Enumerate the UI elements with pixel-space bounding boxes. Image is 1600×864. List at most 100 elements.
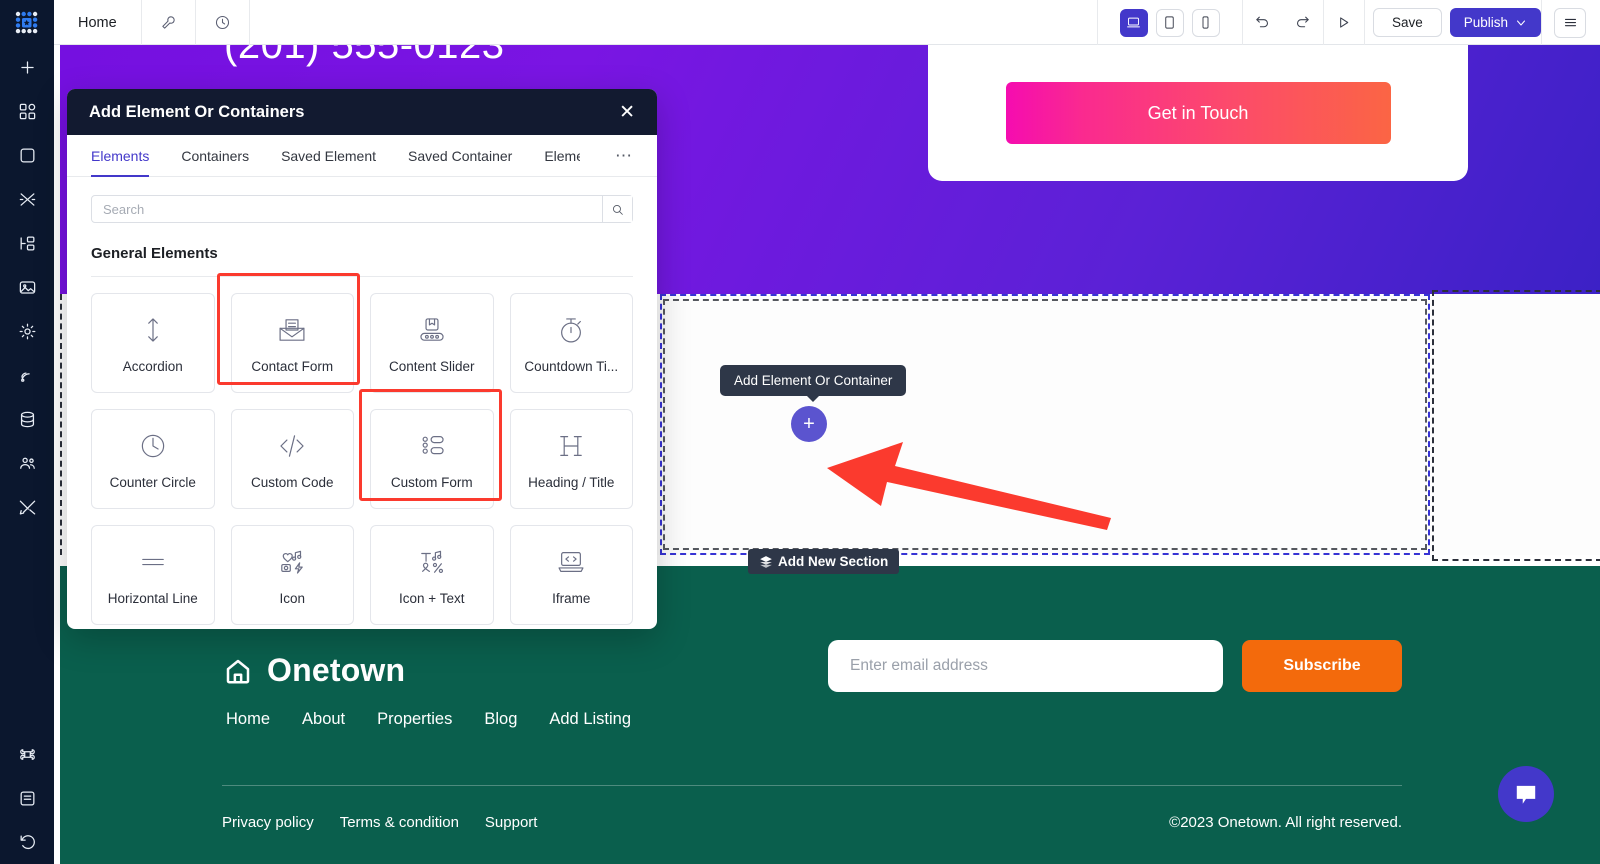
element-label: Heading / Title (528, 474, 615, 490)
footer-link-privacy[interactable]: Privacy policy (222, 814, 314, 831)
element-card-icon-text[interactable]: Icon + Text (370, 525, 494, 625)
tab-overflow-more-button[interactable]: ⋯ (609, 135, 633, 176)
page-icon (20, 148, 34, 162)
undo-icon (1256, 16, 1269, 28)
device-preview-group (1096, 0, 1243, 45)
search-input[interactable] (92, 196, 602, 222)
add-new-section-label: Add New Section (778, 554, 889, 569)
save-label: Save (1391, 15, 1423, 30)
sidebar-item-pages[interactable] (0, 133, 54, 177)
device-tablet-button[interactable] (1155, 8, 1184, 37)
footer-nav-properties[interactable]: Properties (377, 710, 452, 729)
footer-nav-home[interactable]: Home (226, 710, 270, 729)
sidebar-item-media[interactable] (0, 265, 54, 309)
history-button[interactable] (196, 0, 250, 45)
footer-brand: Onetown (223, 652, 405, 689)
search-button[interactable] (602, 196, 632, 222)
element-card-custom-code[interactable]: Custom Code (230, 409, 354, 509)
form-fields-icon (422, 435, 444, 454)
hero-cta-card: Get in Touch (928, 45, 1468, 181)
elements-grid: Accordion Contact Form Content Slider Co… (91, 293, 633, 629)
grid-dots-logo-icon (15, 11, 38, 33)
tab-elements-overflow[interactable]: Elements (528, 135, 580, 176)
element-card-custom-form[interactable]: Custom Form (370, 409, 494, 509)
tab-elements-overflow-label: Elements (544, 147, 581, 164)
search-icon (613, 204, 623, 215)
hamburger-menu-button[interactable] (1554, 7, 1586, 38)
element-card-icon[interactable]: Icon (230, 525, 354, 625)
stopwatch-icon (561, 317, 582, 342)
gear-icon (19, 323, 35, 339)
icon-text-icon (420, 550, 443, 573)
element-card-countdown-timer[interactable]: Countdown Ti... (509, 293, 633, 393)
sidebar-item-docs[interactable] (0, 776, 54, 820)
code-brackets-icon (280, 434, 304, 457)
modal-body: General Elements Accordion Contact Form (67, 177, 657, 629)
tab-saved-container[interactable]: Saved Container (392, 135, 528, 176)
tools-icon (19, 500, 35, 514)
rss-signal-icon (20, 371, 30, 382)
preview-button[interactable] (1324, 0, 1364, 45)
footer-divider (222, 785, 1402, 786)
close-icon[interactable]: ✕ (619, 103, 635, 122)
sidebar-item-design[interactable] (0, 177, 54, 221)
sidebar-item-tools[interactable] (0, 485, 54, 529)
page-name-label: Home (78, 14, 117, 31)
footer-nav: Home About Properties Blog Add Listing (226, 710, 631, 729)
sidebar-item-revisions[interactable] (0, 820, 54, 864)
settings-wrench-button[interactable] (142, 0, 196, 45)
element-card-contact-form[interactable]: Contact Form (230, 293, 354, 393)
footer-nav-about[interactable]: About (302, 710, 345, 729)
footer-bottom-bar: Privacy policy Terms & condition Support… (222, 814, 1402, 831)
element-card-accordion[interactable]: Accordion (91, 293, 215, 393)
layout-tree-icon (20, 236, 34, 250)
page-name-tab[interactable]: Home (54, 0, 142, 45)
sidebar-item-add[interactable] (0, 45, 54, 89)
sidebar-item-feed[interactable] (0, 353, 54, 397)
plus-icon (20, 60, 34, 74)
tab-containers[interactable]: Containers (165, 135, 265, 176)
add-new-section-badge[interactable]: Add New Section (748, 549, 900, 574)
save-button[interactable]: Save (1372, 8, 1442, 37)
plus-icon: + (803, 413, 815, 435)
users-icon (19, 457, 35, 469)
sidebar-item-settings[interactable] (0, 309, 54, 353)
sidebar-item-apps[interactable] (0, 89, 54, 133)
mobile-icon (1202, 16, 1209, 29)
tablet-icon (1165, 16, 1175, 29)
sidebar-item-data[interactable] (0, 397, 54, 441)
element-card-content-slider[interactable]: Content Slider (370, 293, 494, 393)
element-card-horizontal-line[interactable]: Horizontal Line (91, 525, 215, 625)
undo-button[interactable] (1243, 0, 1283, 45)
device-desktop-button[interactable] (1119, 8, 1148, 37)
modal-header: Add Element Or Containers ✕ (67, 89, 657, 135)
publish-button[interactable]: Publish (1449, 8, 1541, 37)
element-label: Accordion (122, 358, 183, 374)
shuffle-icon (19, 192, 35, 206)
chevron-down-icon (1517, 20, 1525, 25)
add-element-button[interactable]: + (791, 406, 827, 442)
element-card-iframe[interactable]: Iframe (509, 525, 633, 625)
subscribe-button[interactable]: Subscribe (1242, 640, 1402, 692)
footer-link-support[interactable]: Support (485, 814, 538, 831)
element-card-heading-title[interactable]: Heading / Title (509, 409, 633, 509)
sidebar-item-shortcuts[interactable] (0, 732, 54, 776)
email-input[interactable] (828, 640, 1223, 692)
sidebar-item-users[interactable] (0, 441, 54, 485)
app-logo[interactable] (0, 0, 54, 45)
get-in-touch-button[interactable]: Get in Touch (1005, 82, 1391, 144)
element-card-counter-circle[interactable]: Counter Circle (91, 409, 215, 509)
home-outline-icon (226, 659, 250, 683)
wrench-icon (161, 16, 175, 29)
element-label: Custom Form (390, 474, 473, 490)
tab-elements[interactable]: Elements (91, 135, 165, 177)
device-mobile-button[interactable] (1191, 8, 1220, 37)
sidebar-item-layout[interactable] (0, 221, 54, 265)
footer-nav-add-listing[interactable]: Add Listing (549, 710, 631, 729)
footer-nav-blog[interactable]: Blog (484, 710, 517, 729)
footer-link-terms[interactable]: Terms & condition (340, 814, 459, 831)
chat-widget-button[interactable] (1498, 766, 1554, 822)
section-divider (91, 276, 633, 277)
tab-saved-element[interactable]: Saved Element (265, 135, 392, 176)
redo-button[interactable] (1283, 0, 1323, 45)
